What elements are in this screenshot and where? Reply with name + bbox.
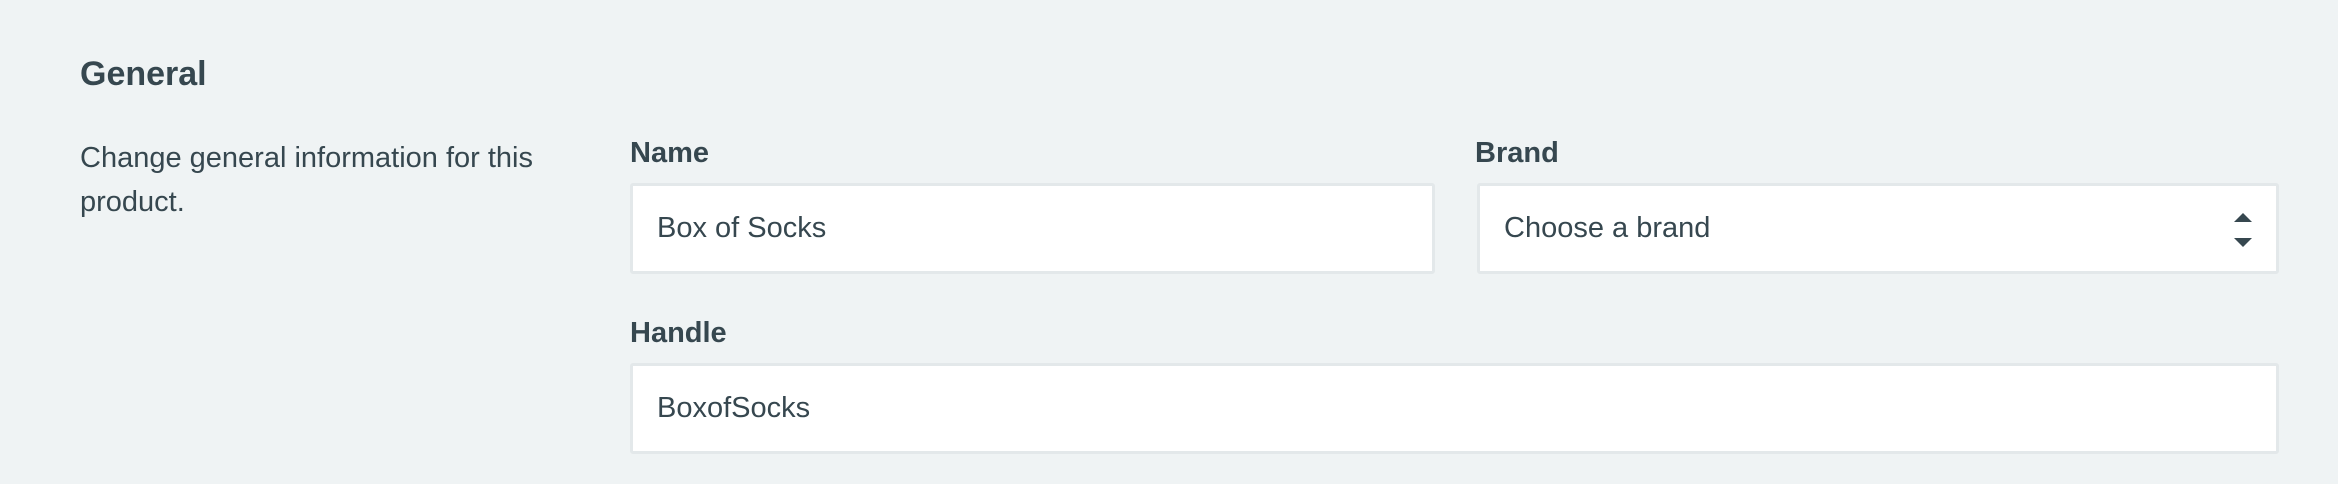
up-down-arrows-icon bbox=[2234, 213, 2252, 247]
brand-label: Brand bbox=[1475, 137, 1559, 169]
handle-field-container bbox=[630, 363, 2279, 454]
name-input[interactable] bbox=[657, 186, 1432, 271]
brand-select[interactable]: Choose a brand bbox=[1477, 183, 2279, 274]
section-title: General bbox=[80, 55, 207, 93]
name-label: Name bbox=[630, 137, 709, 169]
handle-input[interactable] bbox=[657, 366, 2276, 451]
general-settings-section: General Change general information for t… bbox=[0, 0, 2338, 484]
name-field-container bbox=[630, 183, 1435, 274]
section-description: Change general information for this prod… bbox=[80, 142, 533, 218]
brand-select-value: Choose a brand bbox=[1504, 212, 1711, 244]
handle-label: Handle bbox=[630, 317, 727, 349]
